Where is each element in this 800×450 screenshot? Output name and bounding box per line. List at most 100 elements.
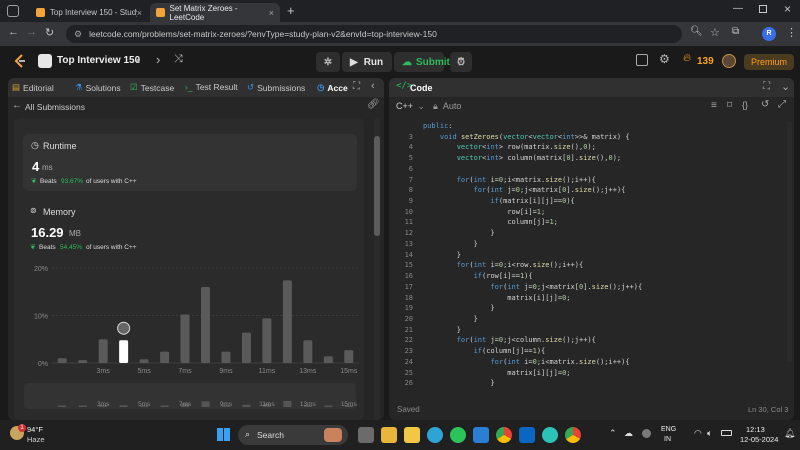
chart-bar[interactable]	[221, 351, 231, 363]
runtime-card[interactable]: ◷ Runtime 4 ms ❦ Beats 93.67% of users w…	[23, 134, 357, 191]
chart-bar[interactable]	[344, 350, 354, 363]
collapse-panel-icon[interactable]: ‹	[371, 80, 375, 92]
volume-icon[interactable]: 🔈︎	[707, 428, 712, 439]
scrollbar-thumb[interactable]	[374, 136, 380, 236]
close-tab-icon[interactable]: ×	[137, 8, 142, 18]
submit-button[interactable]: ☁ Submit	[394, 52, 450, 72]
vscode-icon[interactable]	[473, 427, 489, 443]
edge-browser-icon[interactable]	[427, 427, 443, 443]
back-arrow-icon[interactable]: ←	[8, 26, 19, 38]
tab-test-result[interactable]: ›_ Test Result	[185, 82, 238, 92]
close-tab-icon[interactable]: ×	[269, 8, 274, 18]
code-line[interactable]: 9 if(matrix[i][j]==0){	[389, 196, 794, 207]
code-line[interactable]: 18 matrix[i][j]=0;	[389, 293, 794, 304]
profile-avatar[interactable]: R	[762, 27, 776, 41]
code-line[interactable]: 17 for(int j=0;j<matrix[0].size();j++){	[389, 282, 794, 293]
new-tab-icon[interactable]: +	[287, 3, 295, 18]
code-line[interactable]: public:	[389, 121, 794, 132]
memory-title[interactable]: Memory	[43, 207, 76, 217]
previous-problem-icon[interactable]: ‹	[136, 52, 140, 67]
code-line[interactable]: 11 column[j]=1;	[389, 217, 794, 228]
notifications-bell-icon[interactable]: 🔔︎	[784, 428, 795, 439]
chart-bar[interactable]	[201, 287, 210, 363]
autocomplete-toggle[interactable]: 🔒︎ Auto	[433, 101, 461, 112]
task-view-icon[interactable]	[358, 427, 374, 443]
code-line[interactable]: 15 for(int i=0;i<row.size();i++){	[389, 260, 794, 271]
code-line[interactable]: 19 }	[389, 303, 794, 314]
tab-solutions[interactable]: ⚗ Solutions	[75, 82, 121, 93]
tab-submissions[interactable]: ↺ Submissions	[247, 82, 305, 93]
streak-fire-icon[interactable]: 🔥︎	[683, 52, 691, 65]
code-line[interactable]: 4 vector<int> row(matrix.size(),0);	[389, 142, 794, 153]
code-line[interactable]: 23 if(column[j]==1){	[389, 346, 794, 357]
minimize-window-icon[interactable]: —	[733, 3, 743, 14]
leetcode-logo-icon[interactable]	[13, 54, 27, 68]
study-plan-title[interactable]: Top Interview 150	[57, 55, 140, 66]
chart-bar[interactable]	[241, 332, 251, 363]
language-indicator-line2[interactable]: IN	[664, 436, 671, 443]
reset-code-icon[interactable]: ↺	[761, 99, 769, 110]
premium-button[interactable]: Premium	[744, 54, 794, 70]
reload-icon[interactable]: ↻	[45, 26, 54, 39]
settings-gear-icon[interactable]: ⚙	[659, 52, 670, 66]
expand-panel-icon[interactable]: ⛶	[353, 81, 360, 92]
extensions-icon[interactable]: ⧉	[732, 26, 739, 37]
bookmark-star-icon[interactable]: ☆	[710, 26, 720, 39]
code-line[interactable]: 7 for(int i=0;i<matrix.size();i++){	[389, 175, 794, 186]
linkedin-icon[interactable]	[519, 427, 535, 443]
address-bar[interactable]: ⚙ leetcode.com/problems/set-matrix-zeroe…	[66, 25, 682, 43]
code-line[interactable]: 26 }	[389, 378, 794, 389]
battery-icon[interactable]	[721, 430, 732, 436]
camera-app-icon[interactable]	[542, 427, 558, 443]
onedrive-cloud-icon[interactable]: ☁	[624, 428, 633, 439]
maximize-panel-icon[interactable]: ⛶	[763, 81, 770, 92]
all-submissions-link[interactable]: All Submissions	[25, 102, 85, 112]
code-line[interactable]: 6	[389, 164, 794, 175]
wifi-icon[interactable]: ◠	[694, 428, 702, 439]
chrome-icon[interactable]	[496, 427, 512, 443]
language-select[interactable]: C++ ⌄	[396, 101, 425, 112]
taskbar-search-box[interactable]: ⌕ Search	[238, 425, 348, 445]
next-problem-icon[interactable]: ›	[156, 52, 160, 67]
browser-tab-study-plan[interactable]: Top Interview 150 - Study Plan - Le ×	[30, 3, 148, 22]
chart-bar[interactable]	[262, 318, 272, 363]
language-indicator-line1[interactable]: ENG	[661, 426, 676, 433]
chart-bar[interactable]	[180, 314, 190, 363]
code-line[interactable]: 14 }	[389, 250, 794, 261]
braces-icon[interactable]: {}	[742, 100, 748, 110]
close-window-icon[interactable]: ×	[784, 2, 791, 16]
tray-chevron-up-icon[interactable]: ⌃	[609, 428, 617, 439]
code-line[interactable]: 12 }	[389, 228, 794, 239]
chart-bar[interactable]	[282, 280, 292, 363]
windows-start-icon[interactable]	[217, 428, 230, 441]
format-code-icon[interactable]: ≡	[711, 100, 717, 111]
code-line[interactable]: 16 if(row[i]==1){	[389, 271, 794, 282]
code-line[interactable]: 24 for(int i=0;i<matrix.size();i++){	[389, 357, 794, 368]
code-line[interactable]: 8 for(int j=0;j<matrix[0].size();j++){	[389, 185, 794, 196]
clock-date[interactable]: 12-05-2024	[740, 435, 778, 444]
debug-button[interactable]: ✲	[316, 52, 340, 72]
code-line[interactable]: 21 }	[389, 325, 794, 336]
study-plan-icon[interactable]	[38, 54, 52, 68]
tab-accepted[interactable]: ◷ Acce	[317, 82, 348, 93]
shuffle-icon[interactable]: ⤨	[174, 53, 183, 66]
code-line[interactable]: 22 for(int j=0;j<column.size();j++){	[389, 335, 794, 346]
fullscreen-icon[interactable]: ⤢	[778, 99, 786, 110]
restore-window-icon[interactable]	[759, 5, 767, 13]
chart-bar[interactable]	[78, 360, 88, 363]
editor-scrollbar[interactable]	[787, 122, 792, 362]
code-line[interactable]: 10 row[i]=1;	[389, 207, 794, 218]
chart-bar[interactable]	[160, 351, 170, 363]
chart-bar[interactable]	[323, 356, 333, 363]
file-explorer-icon[interactable]	[381, 427, 397, 443]
clock-time[interactable]: 12:13	[746, 425, 765, 434]
tray-app-icon[interactable]	[642, 429, 651, 438]
chart-bar[interactable]	[98, 339, 108, 363]
tab-search-icon[interactable]	[7, 5, 19, 17]
chrome-profile-icon[interactable]	[565, 427, 581, 443]
tab-editorial[interactable]: ▤ Editorial	[12, 82, 54, 93]
site-info-icon[interactable]: ⚙	[74, 29, 82, 40]
explorer-folder-icon[interactable]	[404, 427, 420, 443]
code-line[interactable]: 20 }	[389, 314, 794, 325]
search-lens-icon[interactable]: 🔍︎	[690, 26, 703, 37]
